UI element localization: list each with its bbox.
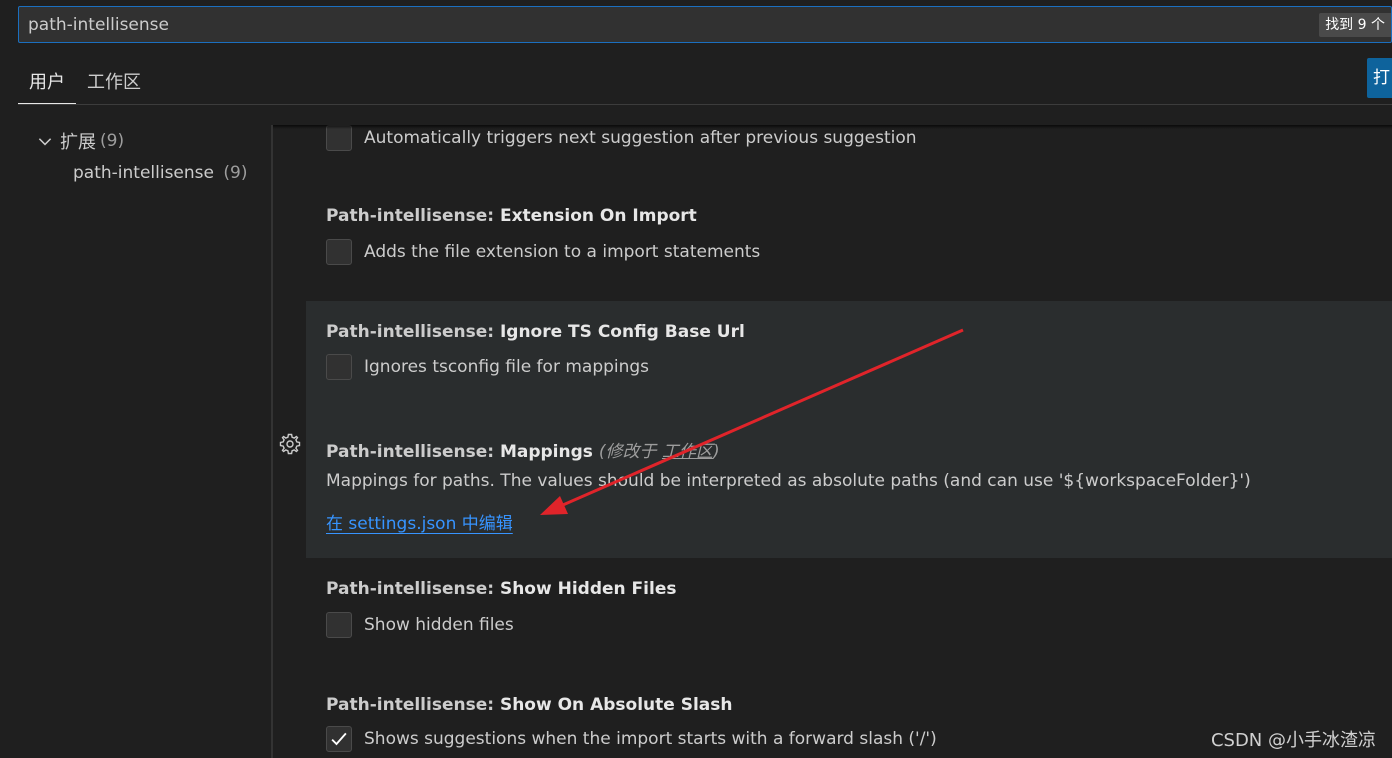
setting-auto-trigger-label: Automatically triggers next suggestion a… (364, 128, 917, 148)
setting-title: Path-intellisense: Mappings (修改于 工作区) (326, 437, 720, 462)
watermark: CSDN @小手冰渣凉 (1210, 730, 1376, 751)
modified-scope-link[interactable]: 工作区 (662, 442, 713, 462)
setting-extension-on-import-checkbox[interactable] (326, 239, 352, 265)
setting-show-hidden-label: Show hidden files (364, 615, 514, 635)
check-icon (331, 732, 347, 746)
gear-icon[interactable] (278, 432, 302, 456)
tab-workspace[interactable]: 工作区 (76, 60, 152, 104)
setting-absolute-slash-row: Shows suggestions when the import starts… (326, 726, 937, 752)
setting-title: Path-intellisense: Ignore TS Config Base… (326, 322, 745, 342)
tabs-divider (18, 104, 1392, 105)
toc-item-count: (9) (223, 163, 248, 183)
setting-category: Path-intellisense: (326, 579, 500, 599)
settings-list: Automatically triggers next suggestion a… (273, 125, 1392, 758)
settings-scope-tabs: 用户 工作区 (18, 60, 152, 104)
toc-item-label: path-intellisense (73, 163, 214, 183)
settings-toc: 扩展 (9) path-intellisense (9) (0, 125, 270, 189)
setting-extension-on-import-row: Adds the file extension to a import stat… (326, 239, 760, 265)
modified-prefix: (修改于 (598, 442, 662, 462)
setting-key: Show On Absolute Slash (499, 695, 733, 715)
toc-group-label: 扩展 (60, 132, 96, 153)
setting-show-hidden-files: Path-intellisense: Show Hidden Files Sho… (306, 558, 1392, 674)
setting-absolute-slash-checkbox[interactable] (326, 726, 352, 752)
setting-key: Ignore TS Config Base Url (499, 322, 745, 342)
setting-ignore-ts-row: Ignores tsconfig file for mappings (326, 354, 649, 380)
setting-extension-on-import-label: Adds the file extension to a import stat… (364, 242, 761, 262)
setting-mappings: Path-intellisense: Mappings (修改于 工作区) Map… (306, 417, 1392, 558)
setting-auto-trigger: Automatically triggers next suggestion a… (306, 125, 1392, 185)
setting-show-hidden-row: Show hidden files (326, 612, 514, 638)
setting-category: Path-intellisense: (326, 322, 500, 342)
scroll-shadow (273, 125, 1392, 129)
setting-key: Mappings (499, 442, 593, 462)
setting-key: Show Hidden Files (499, 579, 677, 599)
modified-indicator: (修改于 工作区) (599, 442, 720, 462)
setting-ignore-ts-checkbox[interactable] (326, 354, 352, 380)
toc-item-path-intellisense[interactable]: path-intellisense (9) (0, 157, 270, 189)
search-result-count: 找到 9 个 (1319, 13, 1391, 37)
toc-group-extensions[interactable]: 扩展 (9) (0, 125, 270, 157)
setting-extension-on-import: Path-intellisense: Extension On Import A… (306, 185, 1392, 301)
setting-mappings-description: Mappings for paths. The values should be… (326, 471, 1251, 491)
modified-suffix: ) (712, 442, 720, 462)
toc-group-count: (9) (100, 131, 125, 151)
setting-title: Path-intellisense: Extension On Import (326, 206, 697, 226)
setting-category: Path-intellisense: (326, 695, 500, 715)
chevron-down-icon (38, 138, 52, 146)
setting-category: Path-intellisense: (326, 442, 500, 462)
setting-title: Path-intellisense: Show Hidden Files (326, 579, 676, 599)
edit-in-settings-json-link[interactable]: 在 settings.json 中编辑 (326, 509, 513, 534)
setting-title: Path-intellisense: Show On Absolute Slas… (326, 695, 732, 715)
tab-user[interactable]: 用户 (18, 60, 76, 104)
setting-category: Path-intellisense: (326, 206, 500, 226)
settings-search-box[interactable]: 找到 9 个 (18, 6, 1392, 43)
setting-ignore-ts-label: Ignores tsconfig file for mappings (364, 357, 650, 377)
setting-show-hidden-checkbox[interactable] (326, 612, 352, 638)
setting-ignore-ts-config: Path-intellisense: Ignore TS Config Base… (306, 301, 1392, 417)
open-settings-json-button[interactable]: 打 (1367, 58, 1392, 98)
settings-search-input[interactable] (28, 7, 1228, 42)
setting-key: Extension On Import (499, 206, 697, 226)
setting-absolute-slash-label: Shows suggestions when the import starts… (364, 729, 937, 749)
